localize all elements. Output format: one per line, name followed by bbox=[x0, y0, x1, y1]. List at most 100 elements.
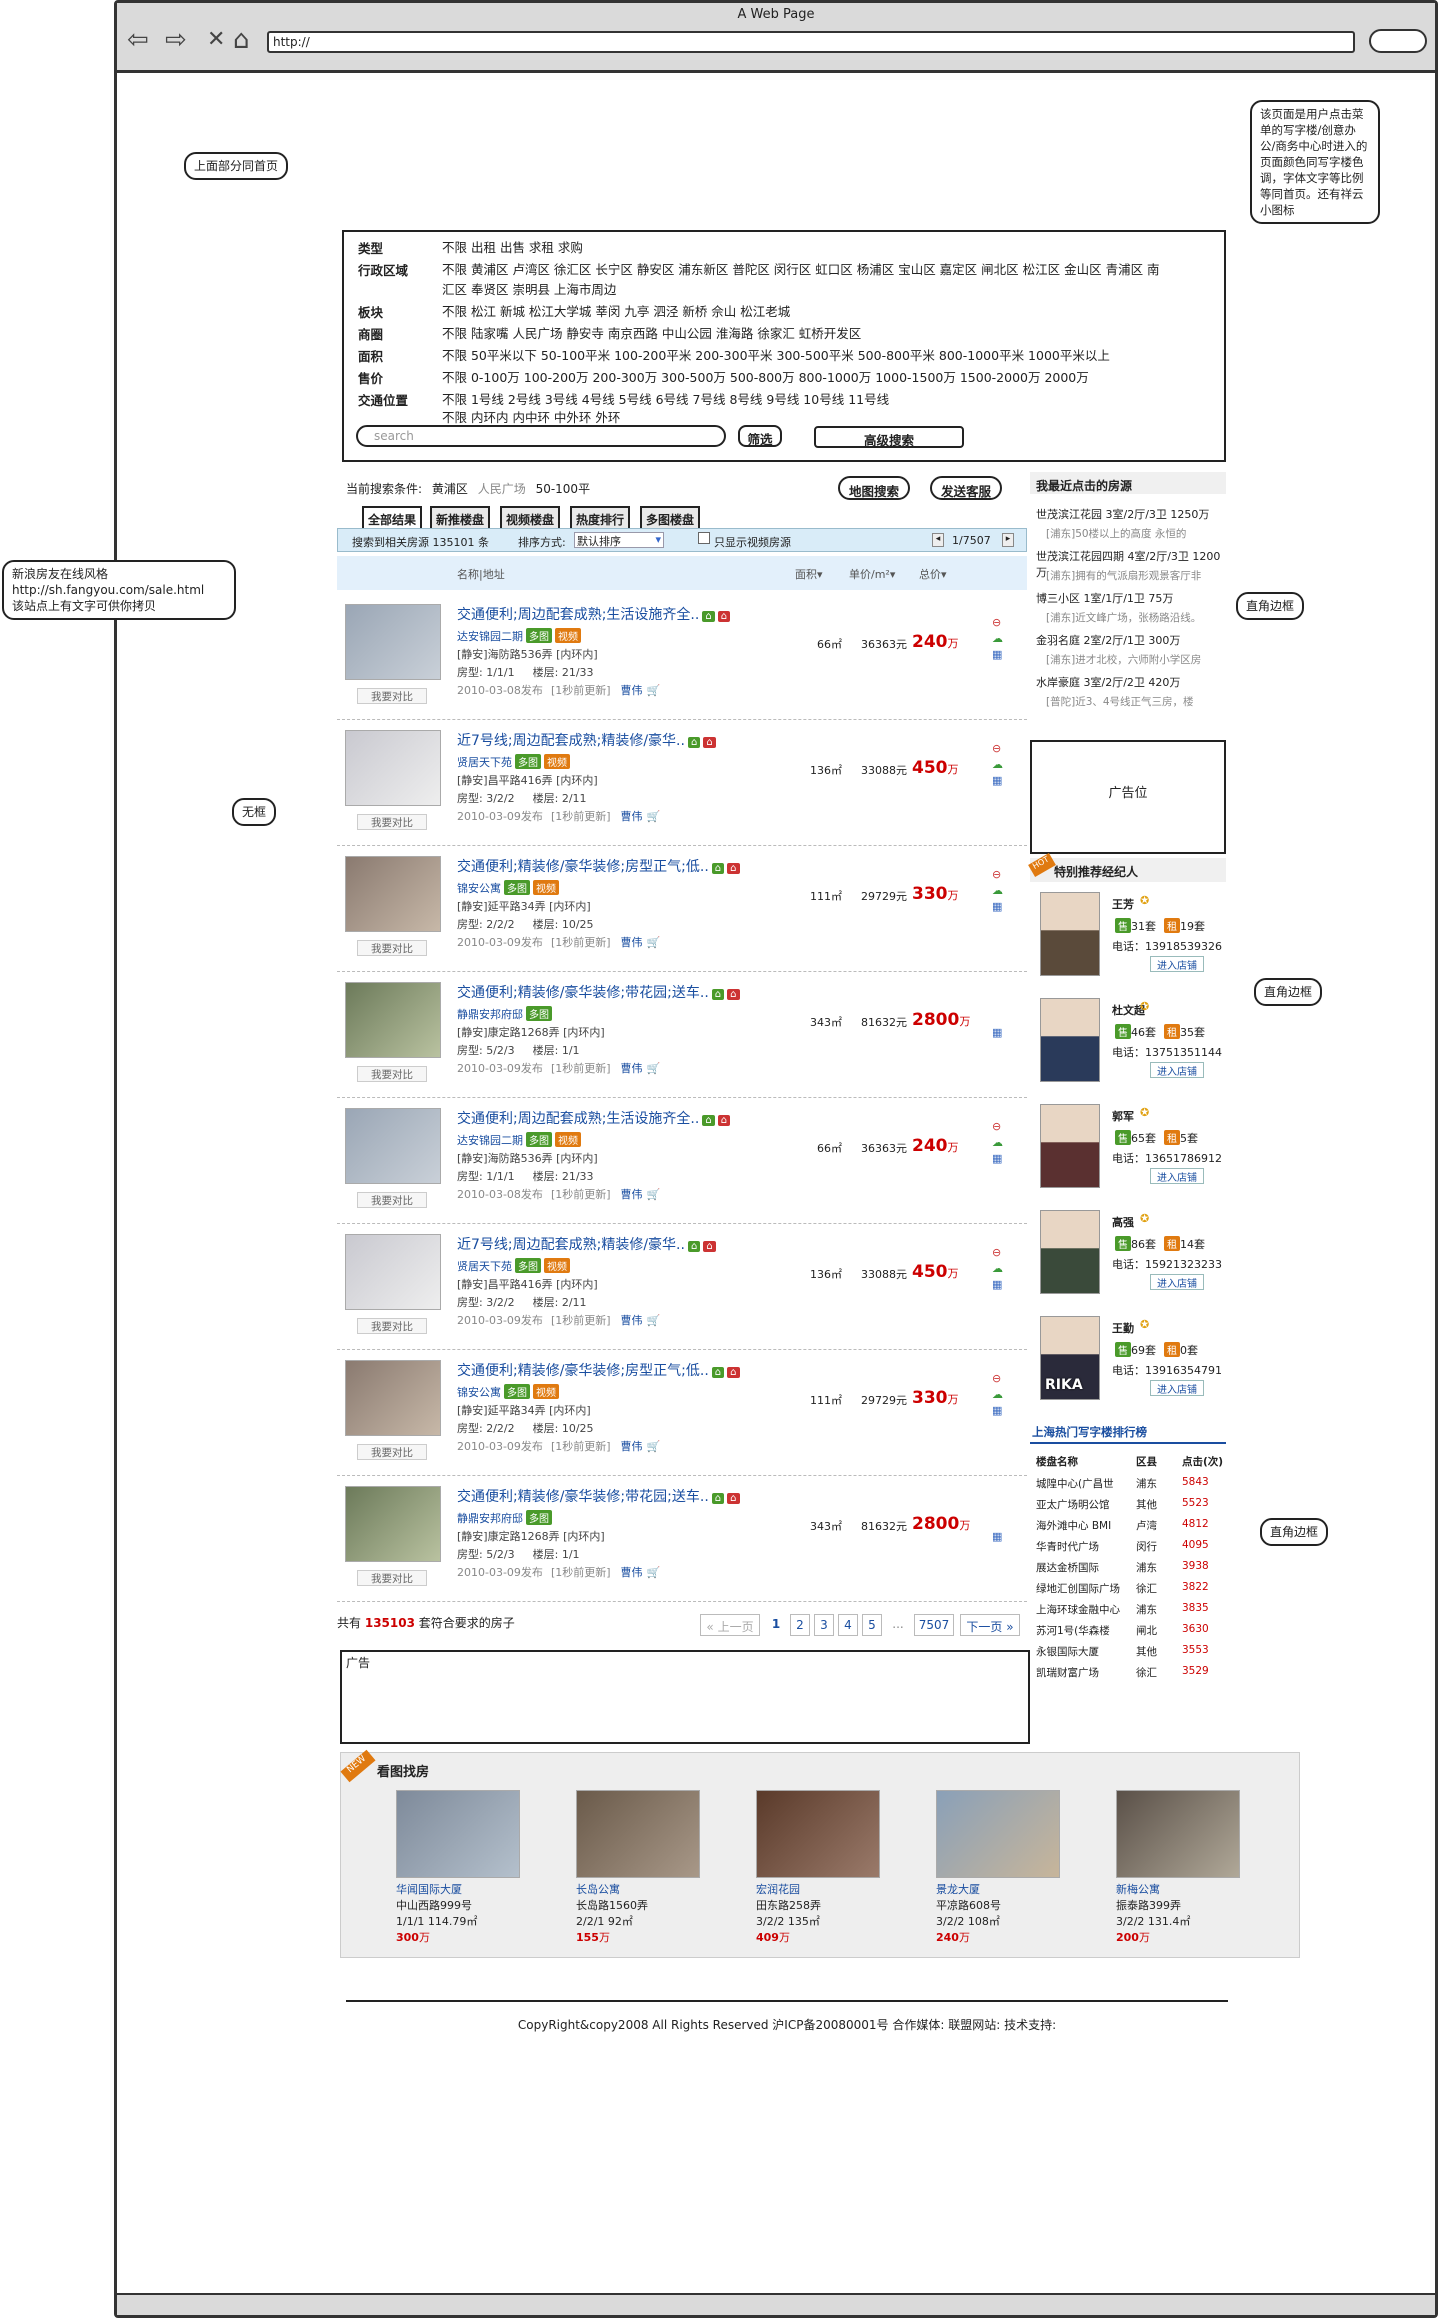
listing-photo[interactable] bbox=[345, 856, 441, 932]
condition-district[interactable]: 黄浦区 bbox=[432, 482, 468, 496]
next-page-icon[interactable]: ▸ bbox=[1002, 533, 1014, 547]
pager-page[interactable]: 2 bbox=[790, 1614, 810, 1636]
pager-last[interactable]: 7507 bbox=[914, 1614, 954, 1636]
ranking-row[interactable]: 凯瑞财富广场 徐汇 3529 bbox=[1036, 1665, 1226, 1686]
gallery-name[interactable]: 华闻国际大厦 bbox=[396, 1882, 526, 1898]
listing-name[interactable]: 锦安公寓 多图 视频 bbox=[457, 1384, 559, 1400]
listing-title[interactable]: 交通便利;精装修/豪华装修;带花园;送车.. ⌂ ⌂ bbox=[457, 982, 740, 1002]
agent-photo[interactable] bbox=[1040, 998, 1100, 1082]
compare-button[interactable]: 我要对比 bbox=[357, 940, 427, 956]
home-icon[interactable]: ⌂ bbox=[233, 25, 250, 55]
compare-button[interactable]: 我要对比 bbox=[357, 688, 427, 704]
ranking-row[interactable]: 上海环球金融中心 浦东 3835 bbox=[1036, 1602, 1226, 1623]
listing-photo[interactable] bbox=[345, 1360, 441, 1436]
compare-button[interactable]: 我要对比 bbox=[357, 1444, 427, 1460]
listing-photo[interactable] bbox=[345, 1108, 441, 1184]
cart-icon[interactable]: 🛒 bbox=[647, 1314, 661, 1327]
pager-prev[interactable]: « 上一页 bbox=[700, 1614, 760, 1636]
listing-photo[interactable] bbox=[345, 982, 441, 1058]
ranking-row[interactable]: 海外滩中心 BMI 卢湾 4812 bbox=[1036, 1518, 1226, 1539]
listing-agent[interactable]: 曹伟 bbox=[621, 684, 643, 697]
compare-button[interactable]: 我要对比 bbox=[357, 1192, 427, 1208]
condition-area[interactable]: 人民广场 bbox=[478, 482, 526, 496]
col-area[interactable]: 面积▾ bbox=[795, 566, 823, 582]
agent-name[interactable]: 郭军 bbox=[1112, 1108, 1134, 1124]
listing-photo[interactable] bbox=[345, 1234, 441, 1310]
filter-button[interactable]: 筛选 bbox=[738, 425, 782, 447]
listing-photo[interactable] bbox=[345, 604, 441, 680]
listing-title[interactable]: 交通便利;周边配套成熟;生活设施齐全.. ⌂ ⌂ bbox=[457, 1108, 731, 1128]
pager-page[interactable]: 4 bbox=[838, 1614, 858, 1636]
condition-size[interactable]: 50-100平 bbox=[536, 482, 591, 496]
listing-title[interactable]: 近7号线;周边配套成熟;精装修/豪华.. ⌂ ⌂ bbox=[457, 1234, 716, 1254]
cart-icon[interactable]: 🛒 bbox=[647, 936, 661, 949]
ranking-row[interactable]: 绿地汇创国际广场 徐汇 3822 bbox=[1036, 1581, 1226, 1602]
gallery-photo[interactable] bbox=[576, 1790, 700, 1878]
tab-hot[interactable]: 热度排行 bbox=[570, 506, 631, 528]
store-button[interactable]: 进入店铺 bbox=[1150, 1274, 1204, 1290]
listing-title[interactable]: 交通便利;精装修/豪华装修;带花园;送车.. ⌂ ⌂ bbox=[457, 1486, 740, 1506]
pager-page[interactable]: 1 bbox=[766, 1614, 786, 1636]
listing-photo[interactable] bbox=[345, 730, 441, 806]
agent-photo[interactable] bbox=[1040, 892, 1100, 976]
listing-name[interactable]: 锦安公寓 多图 视频 bbox=[457, 880, 559, 896]
video-only-checkbox[interactable] bbox=[698, 532, 710, 544]
ranking-row[interactable]: 展达金桥国际 浦东 3938 bbox=[1036, 1560, 1226, 1581]
listing-title[interactable]: 交通便利;精装修/豪华装修;房型正气;低.. ⌂ ⌂ bbox=[457, 1360, 740, 1380]
filter-values[interactable]: 不限 黄浦区 卢湾区 徐汇区 长宁区 静安区 浦东新区 普陀区 闵行区 虹口区 … bbox=[442, 260, 1162, 300]
close-icon[interactable]: ✕ bbox=[207, 27, 225, 52]
compare-button[interactable]: 我要对比 bbox=[357, 1570, 427, 1586]
listing-agent[interactable]: 曹伟 bbox=[621, 1188, 643, 1201]
pager-next[interactable]: 下一页 » bbox=[960, 1614, 1020, 1636]
gallery-name[interactable]: 景龙大厦 bbox=[936, 1882, 1066, 1898]
cart-icon[interactable]: 🛒 bbox=[647, 1188, 661, 1201]
back-arrow-icon[interactable]: ⇦ bbox=[127, 25, 149, 55]
store-button[interactable]: 进入店铺 bbox=[1150, 1168, 1204, 1184]
pager-page[interactable]: 3 bbox=[814, 1614, 834, 1636]
gallery-photo[interactable] bbox=[396, 1790, 520, 1878]
agent-name[interactable]: 王芳 bbox=[1112, 896, 1134, 912]
recent-item-title[interactable]: 世茂滨江花园 3室/2厅/3卫 1250万 bbox=[1036, 506, 1226, 522]
listing-title[interactable]: 交通便利;周边配套成熟;生活设施齐全.. ⌂ ⌂ bbox=[457, 604, 731, 624]
send-service-button[interactable]: 发送客服 bbox=[930, 476, 1002, 500]
filter-values[interactable]: 不限 0-100万 100-200万 200-300万 300-500万 500… bbox=[442, 368, 1162, 388]
gallery-name[interactable]: 长岛公寓 bbox=[576, 1882, 706, 1898]
listing-agent[interactable]: 曹伟 bbox=[621, 810, 643, 823]
listing-agent[interactable]: 曹伟 bbox=[621, 1062, 643, 1075]
ranking-row[interactable]: 城隍中心(广昌世 浦东 5843 bbox=[1036, 1476, 1226, 1497]
ad-banner[interactable]: 广告 bbox=[340, 1650, 1030, 1744]
listing-title[interactable]: 近7号线;周边配套成熟;精装修/豪华.. ⌂ ⌂ bbox=[457, 730, 716, 750]
compare-button[interactable]: 我要对比 bbox=[357, 1318, 427, 1334]
sort-select[interactable]: 默认排序 ▾ bbox=[574, 532, 664, 548]
col-unit[interactable]: 单价/m²▾ bbox=[849, 566, 895, 582]
agent-photo[interactable]: RIKA bbox=[1040, 1316, 1100, 1400]
listing-name[interactable]: 静鼎安邦府邸 多图 bbox=[457, 1006, 552, 1022]
browser-search-box[interactable] bbox=[1369, 29, 1427, 53]
listing-agent[interactable]: 曹伟 bbox=[621, 936, 643, 949]
cart-icon[interactable]: 🛒 bbox=[647, 1062, 661, 1075]
ranking-row[interactable]: 永银国际大厦 其他 3553 bbox=[1036, 1644, 1226, 1665]
listing-name[interactable]: 达安锦园二期 多图 视频 bbox=[457, 1132, 581, 1148]
agent-name[interactable]: 王勤 bbox=[1112, 1320, 1134, 1336]
cart-icon[interactable]: 🛒 bbox=[647, 1566, 661, 1579]
pager-page[interactable]: 5 bbox=[862, 1614, 882, 1636]
listing-agent[interactable]: 曹伟 bbox=[621, 1314, 643, 1327]
tab-new[interactable]: 新推楼盘 bbox=[430, 506, 491, 528]
store-button[interactable]: 进入店铺 bbox=[1150, 1380, 1204, 1396]
gallery-name[interactable]: 新梅公寓 bbox=[1116, 1882, 1246, 1898]
listing-name[interactable]: 静鼎安邦府邸 多图 bbox=[457, 1510, 552, 1526]
cart-icon[interactable]: 🛒 bbox=[647, 1440, 661, 1453]
listing-name[interactable]: 贤居天下苑 多图 视频 bbox=[457, 754, 570, 770]
listing-agent[interactable]: 曹伟 bbox=[621, 1440, 643, 1453]
cart-icon[interactable]: 🛒 bbox=[647, 810, 661, 823]
compare-button[interactable]: 我要对比 bbox=[357, 1066, 427, 1082]
gallery-name[interactable]: 宏润花园 bbox=[756, 1882, 886, 1898]
compare-button[interactable]: 我要对比 bbox=[357, 814, 427, 830]
recent-item-title[interactable]: 博三小区 1室/1厅/1卫 75万 bbox=[1036, 590, 1226, 606]
agent-name[interactable]: 高强 bbox=[1112, 1214, 1134, 1230]
recent-item-title[interactable]: 金羽名庭 2室/2厅/1卫 300万 bbox=[1036, 632, 1226, 648]
ranking-row[interactable]: 华青时代广场 闵行 4095 bbox=[1036, 1539, 1226, 1560]
store-button[interactable]: 进入店铺 bbox=[1150, 1062, 1204, 1078]
listing-name[interactable]: 达安锦园二期 多图 视频 bbox=[457, 628, 581, 644]
prev-page-icon[interactable]: ◂ bbox=[932, 533, 944, 547]
